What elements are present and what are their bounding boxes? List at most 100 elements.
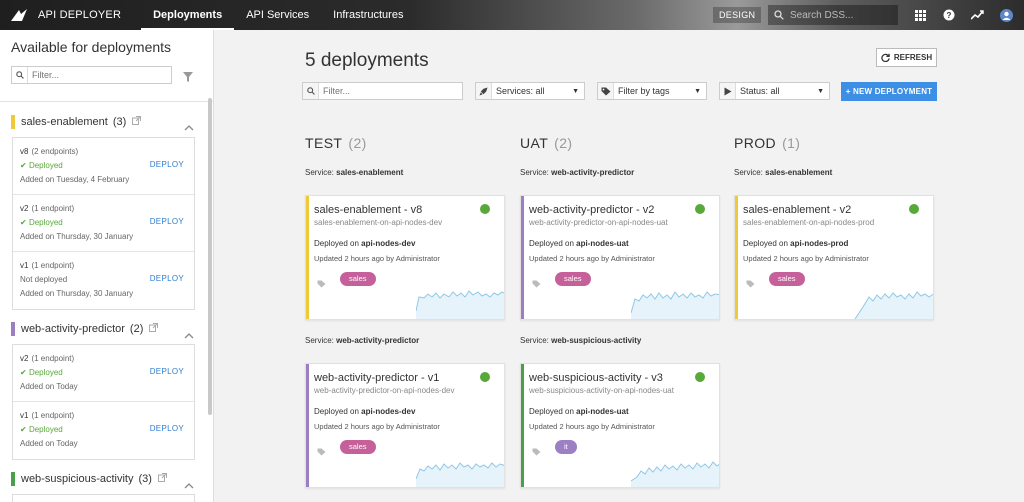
deployed-on: Deployed on api-nodes-prod [743, 239, 848, 248]
sidebar-filter[interactable] [11, 66, 172, 84]
tag-badge[interactable]: sales [769, 272, 805, 286]
column-name: UAT [520, 135, 549, 151]
deployment-name[interactable]: web-activity-predictor - v1 [314, 372, 439, 384]
top-navigation-bar: API DEPLOYER Deployments API Services In… [0, 0, 1024, 30]
infrastructure-name: api-nodes-prod [790, 239, 849, 248]
service-color-bar [11, 115, 15, 129]
refresh-button[interactable]: REFRESH [876, 48, 937, 67]
service-group-header[interactable]: sales-enablement (3) [11, 114, 142, 130]
tag-badge[interactable]: sales [555, 272, 591, 286]
external-link-icon[interactable] [132, 116, 142, 128]
dataiku-bird-logo-icon[interactable] [8, 4, 30, 26]
page-title: 5 deployments [305, 50, 429, 71]
deployment-name[interactable]: web-suspicious-activity - v3 [529, 372, 663, 384]
service-value: sales-enablement [765, 168, 833, 177]
search-input[interactable] [790, 9, 890, 21]
tag-icon [598, 83, 614, 99]
activity-sparkline [631, 461, 719, 487]
play-icon [720, 83, 736, 99]
infrastructure-name: api-nodes-uat [576, 407, 629, 416]
updated-info: Updated 2 hours ago by Administrator [529, 254, 655, 263]
deployment-filter-input[interactable] [323, 86, 453, 96]
deployment-card[interactable]: sales-enablement - v8 sales-enablement-o… [305, 195, 505, 320]
service-group-header[interactable]: web-activity-predictor (2) [11, 321, 159, 337]
external-link-icon[interactable] [149, 323, 159, 335]
deployment-card[interactable]: web-activity-predictor - v1 web-activity… [305, 363, 505, 488]
service-count: (2) [129, 323, 144, 335]
tag-icon [317, 275, 326, 293]
nav-api-services[interactable]: API Services [234, 0, 321, 30]
tag-badge[interactable]: it [555, 440, 577, 454]
services-dropdown[interactable]: Services: all ▼ [475, 82, 585, 100]
updated-info: Updated 2 hours ago by Administrator [314, 422, 440, 431]
tag-badge[interactable]: sales [340, 272, 376, 286]
deployment-name[interactable]: sales-enablement - v2 [743, 204, 851, 216]
service-value: web-suspicious-activity [551, 336, 642, 345]
check-icon: ✔ [20, 161, 27, 170]
service-name: sales-enablement [21, 116, 108, 128]
deployment-id: sales-enablement-on-api-nodes-dev [314, 218, 443, 227]
service-label: Service: web-suspicious-activity [520, 336, 641, 345]
endpoint-count: (1 endpoint) [31, 354, 75, 363]
service-prefix: Service: [305, 336, 337, 345]
external-link-icon[interactable] [157, 473, 167, 485]
design-button[interactable]: DESIGN [713, 7, 762, 23]
deploy-button[interactable]: DEPLOY [150, 274, 184, 283]
tag-icon [532, 443, 541, 461]
chevron-up-icon[interactable] [184, 118, 194, 136]
svg-text:?: ? [947, 11, 952, 20]
deployment-card[interactable]: web-activity-predictor - v2 web-activity… [520, 195, 720, 320]
deploy-button[interactable]: DEPLOY [150, 217, 184, 226]
user-avatar-icon[interactable] [999, 8, 1013, 22]
nav-deployments[interactable]: Deployments [141, 0, 235, 30]
deployed-on: Deployed on api-nodes-uat [529, 239, 629, 248]
tag-badge[interactable]: sales [340, 440, 376, 454]
chevron-up-icon[interactable] [184, 326, 194, 344]
added-date: Added on Thursday, 30 January [20, 232, 134, 241]
sidebar-filter-input[interactable] [32, 70, 162, 80]
service-group-header[interactable]: web-suspicious-activity (3) [11, 471, 167, 487]
service-color-bar [11, 472, 15, 486]
deploy-button[interactable]: DEPLOY [150, 160, 184, 169]
deployment-card[interactable]: sales-enablement - v2 sales-enablement-o… [734, 195, 934, 320]
tag-icon [746, 275, 755, 293]
deploy-button[interactable]: DEPLOY [150, 424, 184, 433]
refresh-icon [881, 53, 890, 62]
service-prefix: Service: [734, 168, 766, 177]
status-dropdown[interactable]: Status: all ▼ [719, 82, 830, 100]
sidebar-scrollbar[interactable] [208, 98, 212, 415]
apps-grid-icon[interactable] [913, 8, 927, 22]
deployed-on: Deployed on api-nodes-dev [314, 407, 415, 416]
caret-down-icon: ▼ [817, 87, 824, 95]
sidebar-title: Available for deployments [11, 39, 172, 55]
activity-sparkline [845, 291, 933, 319]
activity-sparkline [416, 290, 504, 319]
chevron-up-icon[interactable] [184, 476, 194, 494]
deployment-name[interactable]: sales-enablement - v8 [314, 204, 422, 216]
deployment-card[interactable]: web-suspicious-activity - v3 web-suspici… [520, 363, 720, 488]
version-number: v2 [20, 354, 29, 363]
tag-icon [317, 443, 326, 461]
deployment-name[interactable]: web-activity-predictor - v2 [529, 204, 654, 216]
added-date: Added on Today [20, 382, 78, 391]
help-icon[interactable]: ? [942, 8, 956, 22]
service-label: Service: web-activity-predictor [305, 336, 419, 345]
service-name: web-activity-predictor [21, 323, 125, 335]
deployment-filter[interactable] [302, 82, 463, 100]
nav-infrastructures[interactable]: Infrastructures [321, 0, 415, 30]
deploy-status: Deployed [28, 218, 63, 227]
new-deployment-button[interactable]: + NEW DEPLOYMENT [841, 82, 937, 101]
tags-dropdown[interactable]: Filter by tags ▼ [597, 82, 707, 100]
funnel-filter-icon[interactable] [183, 69, 193, 87]
search-icon [774, 10, 784, 20]
activity-trend-icon[interactable] [970, 8, 984, 22]
health-status-dot [909, 204, 919, 214]
service-label: Service: web-activity-predictor [520, 168, 634, 177]
endpoint-count: (1 endpoint) [31, 411, 75, 420]
service-label: Service: sales-enablement [734, 168, 832, 177]
global-search[interactable] [768, 5, 898, 25]
deploy-button[interactable]: DEPLOY [150, 367, 184, 376]
version-row: v8 (2 endpoints) ✔ Deployed Added on Tues… [13, 138, 194, 195]
service-value: web-activity-predictor [551, 168, 635, 177]
service-name: web-suspicious-activity [21, 473, 134, 485]
